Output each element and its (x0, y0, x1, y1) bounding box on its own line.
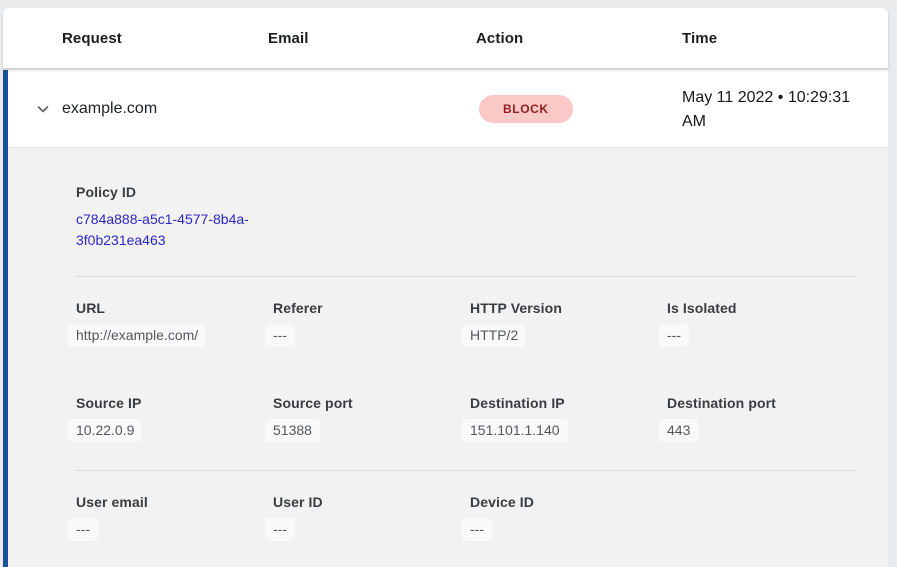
field-label: Source IP (76, 395, 273, 411)
field-value: 443 (659, 419, 698, 442)
field-label: User ID (273, 494, 470, 510)
field-value: HTTP/2 (462, 324, 526, 347)
field-value: --- (68, 518, 98, 541)
field-label: URL (76, 300, 273, 316)
field-source-port: Source port 51388 (273, 395, 470, 445)
field-device-id: Device ID --- (470, 494, 667, 544)
request-details-grid: URL http://example.com/ Referer --- HTTP… (8, 300, 868, 445)
field-user-email: User email --- (76, 494, 273, 544)
field-value: 10.22.0.9 (68, 419, 142, 442)
field-referer: Referer --- (273, 300, 470, 350)
column-header-request: Request (62, 30, 268, 47)
collapse-row-button[interactable] (32, 98, 54, 120)
field-http-version: HTTP Version HTTP/2 (470, 300, 667, 350)
field-label: HTTP Version (470, 300, 667, 316)
policy-id-label: Policy ID (76, 184, 868, 200)
chevron-cell (8, 98, 62, 120)
section-divider (75, 470, 856, 471)
table-header-row: Request Email Action Time (3, 8, 888, 68)
expanded-row-group: example.com BLOCK May 11 2022 • 10:29:31… (3, 70, 888, 567)
field-value: 51388 (265, 419, 320, 442)
log-table-row[interactable]: example.com BLOCK May 11 2022 • 10:29:31… (8, 70, 888, 148)
field-destination-port: Destination port 443 (667, 395, 864, 445)
field-label: Destination IP (470, 395, 667, 411)
field-source-ip: Source IP 10.22.0.9 (76, 395, 273, 445)
field-destination-ip: Destination IP 151.101.1.140 (470, 395, 667, 445)
field-is-isolated: Is Isolated --- (667, 300, 864, 350)
policy-id-link[interactable]: c784a888-a5c1-4577-8b4a-3f0b231ea463 (76, 209, 276, 251)
row-details-panel: Policy ID c784a888-a5c1-4577-8b4a-3f0b23… (8, 148, 888, 567)
field-value: http://example.com/ (68, 324, 206, 347)
field-label: User email (76, 494, 273, 510)
field-label: Is Isolated (667, 300, 864, 316)
log-table-card: Request Email Action Time example.com BL… (3, 8, 888, 567)
field-label: Source port (273, 395, 470, 411)
action-cell: BLOCK (476, 95, 682, 123)
field-label: Destination port (667, 395, 864, 411)
field-label: Referer (273, 300, 470, 316)
field-value: --- (462, 518, 492, 541)
column-header-action: Action (476, 30, 682, 47)
chevron-down-icon (35, 101, 51, 117)
field-value: 151.101.1.140 (462, 419, 568, 442)
field-user-id: User ID --- (273, 494, 470, 544)
field-url: URL http://example.com/ (76, 300, 273, 350)
field-value: --- (659, 324, 689, 347)
block-action-badge: BLOCK (479, 95, 573, 123)
column-header-time: Time (682, 30, 888, 47)
section-divider (75, 276, 856, 277)
column-header-email: Email (268, 30, 476, 47)
policy-id-field: Policy ID c784a888-a5c1-4577-8b4a-3f0b23… (8, 184, 868, 251)
field-label: Device ID (470, 494, 667, 510)
field-value: --- (265, 518, 295, 541)
time-cell: May 11 2022 • 10:29:31 AM (682, 84, 874, 134)
request-cell: example.com (62, 100, 268, 118)
field-value: --- (265, 324, 295, 347)
user-details-grid: User email --- User ID --- Device ID --- (8, 494, 868, 544)
